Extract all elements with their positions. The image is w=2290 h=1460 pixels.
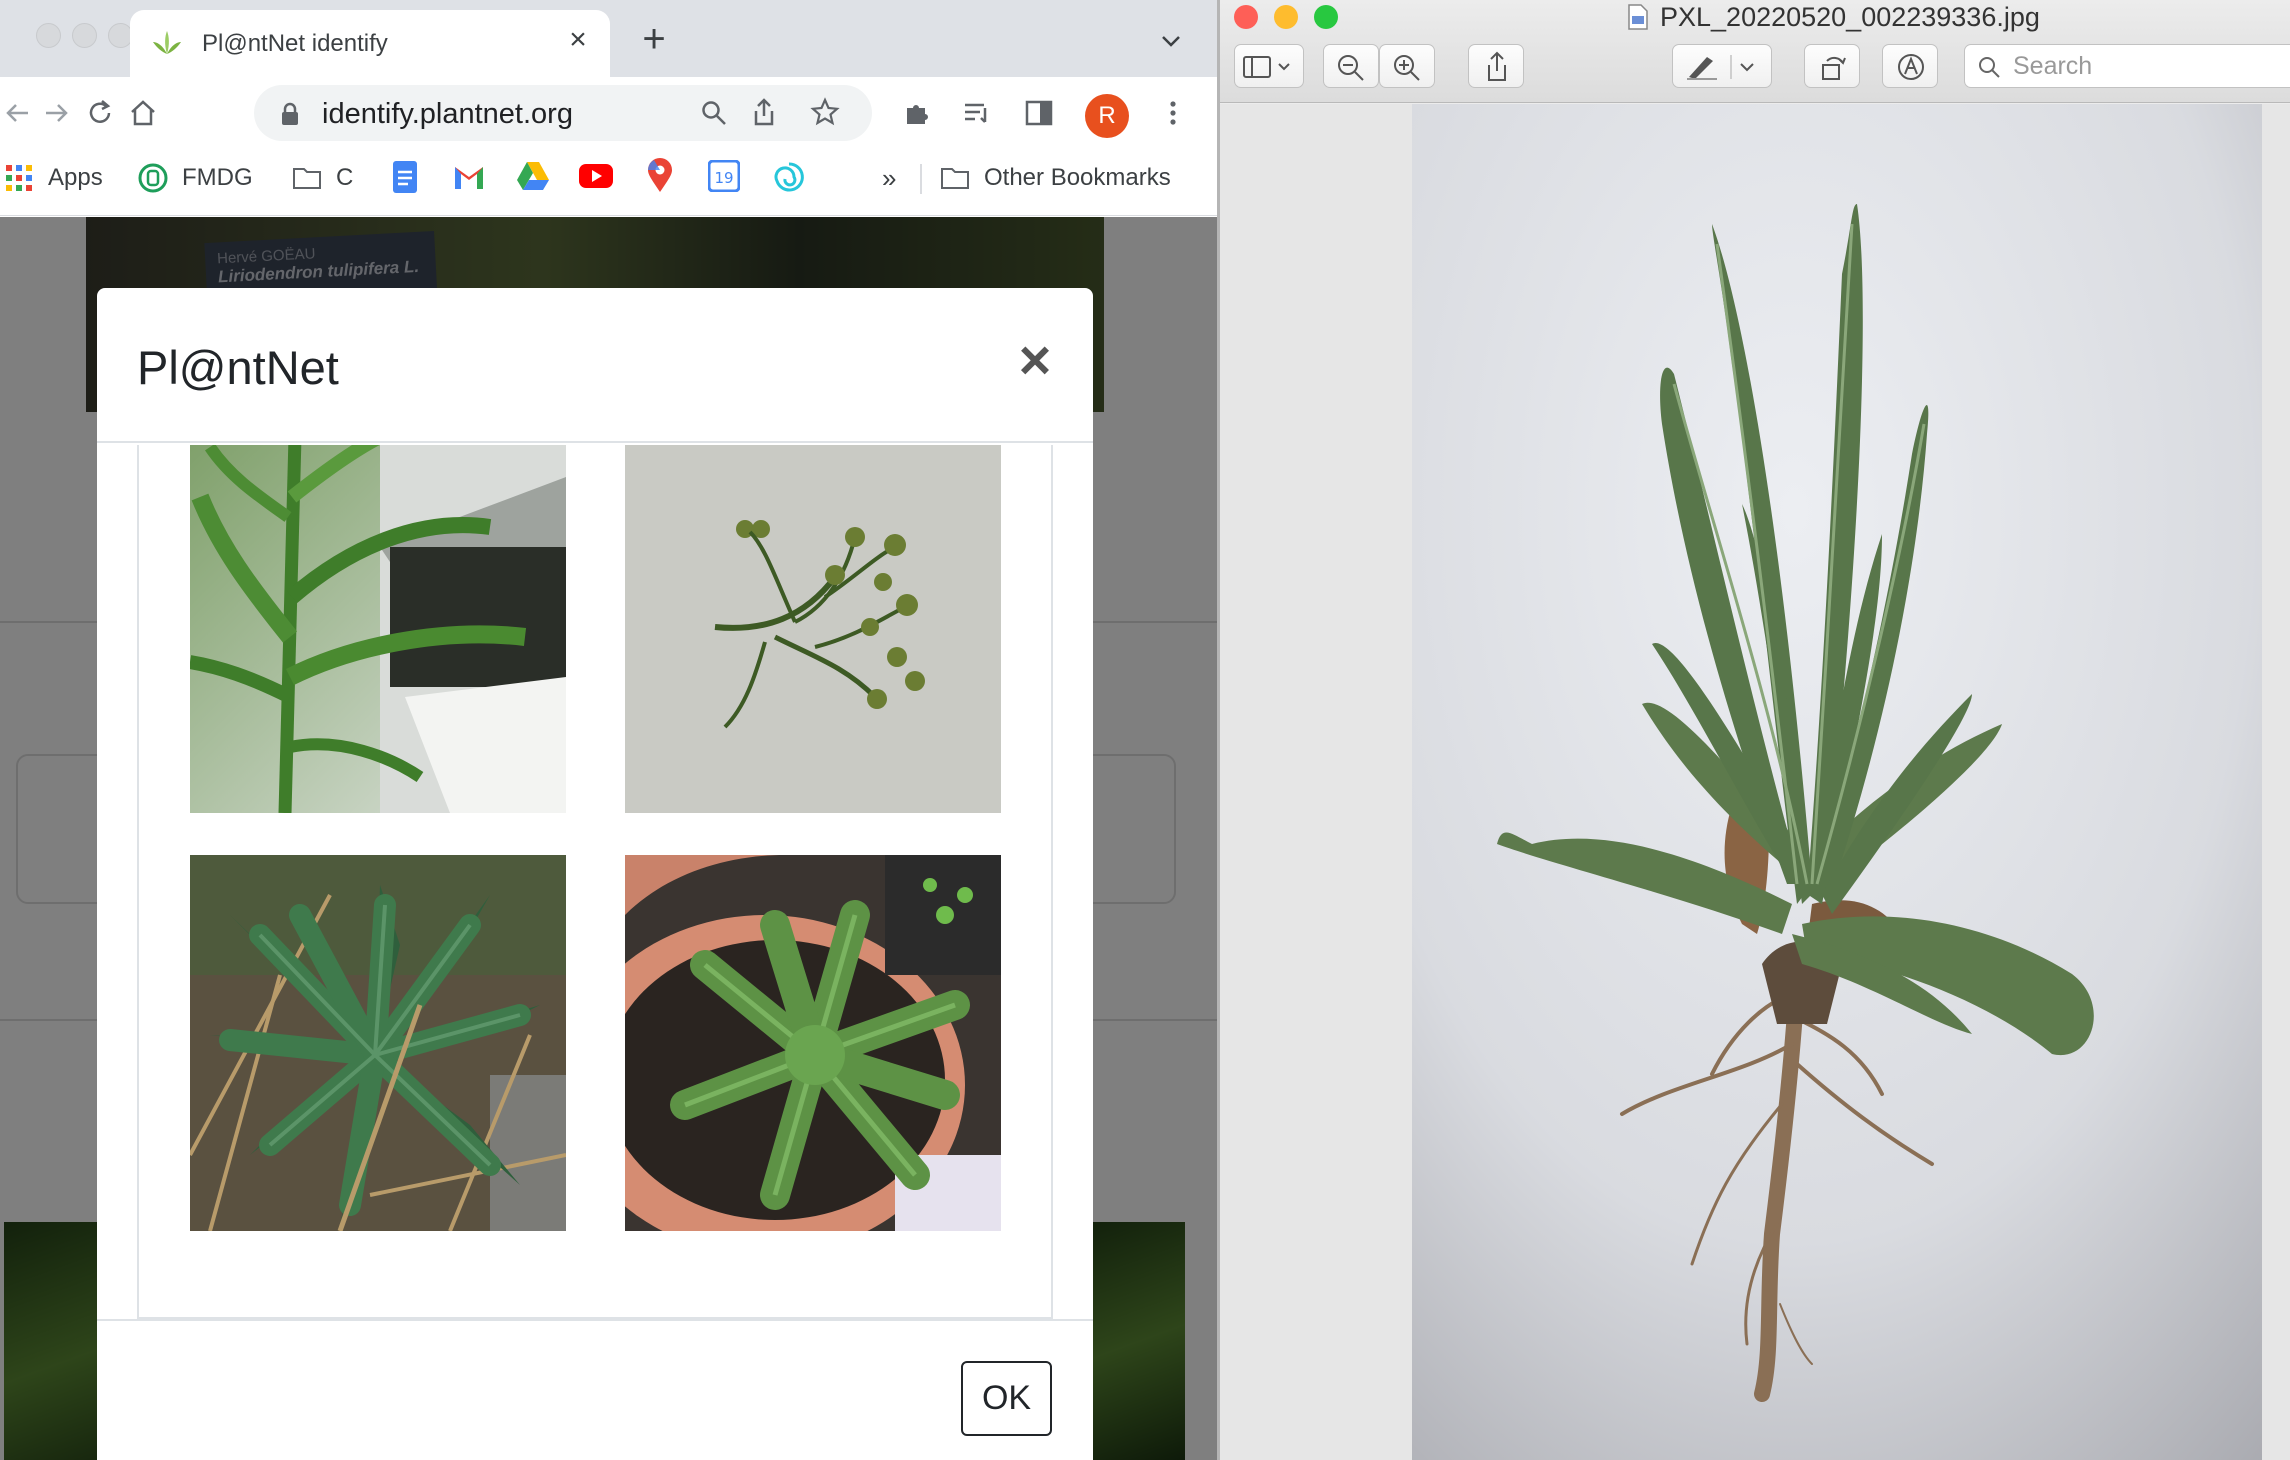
preview-search-field[interactable]: Search [1964,44,2290,88]
bookmark-label: FMDG [182,164,253,191]
tab-title: Pl@ntNet identify [202,30,388,57]
spiral-app-icon[interactable] [772,160,806,194]
url-text: identify.plantnet.org [322,98,573,130]
bookmarks-bar: Apps FMDG C 19 » Other Bookmarks [0,150,1217,216]
new-tab-button[interactable]: + [636,19,672,59]
preview-plant-photo[interactable] [1412,104,2262,1460]
share-icon [1488,51,1506,81]
modal-header: Pl@ntNet × [97,288,1093,443]
apps-grid-icon [6,165,32,191]
lock-icon[interactable] [280,102,300,126]
other-bookmarks-folder[interactable]: Other Bookmarks [940,160,1171,196]
bookmark-folder-c[interactable]: C [292,160,353,196]
other-bookmarks-label: Other Bookmarks [984,164,1171,191]
youtube-icon[interactable] [578,162,614,190]
gallery-image-flower-buds[interactable] [625,445,1001,813]
share-button[interactable] [1468,44,1524,88]
bookmarks-separator [920,164,922,194]
fmdg-logo-icon [138,163,168,193]
preview-canvas [1220,104,2290,1460]
markup-pen-icon [1687,55,1754,80]
tab-search-chevron-icon[interactable] [1158,28,1184,54]
profile-avatar[interactable]: R [1085,94,1129,138]
extensions-puzzle-icon[interactable] [900,96,934,130]
reload-icon[interactable] [83,96,117,130]
annotate-button[interactable] [1882,44,1938,88]
bookmark-fmdg[interactable]: FMDG [138,160,253,196]
rotate-button[interactable] [1804,44,1860,88]
window-close-button[interactable] [36,23,61,48]
tab-plantnet[interactable]: Pl@ntNet identify × [130,10,610,77]
folder-icon [293,168,321,189]
modal-footer: OK [97,1319,1093,1460]
preview-window: PXL_20220520_002239336.jpg Search [1220,0,2290,1460]
google-calendar-icon[interactable]: 19 [708,160,740,192]
jpeg-file-icon [1628,4,1648,30]
reading-list-icon[interactable] [960,96,994,130]
browser-toolbar: identify.plantnet.org R [0,77,1217,150]
zoom-in-icon [1394,55,1420,81]
gallery-image-rosette-pot[interactable] [625,855,1001,1231]
svg-text:19: 19 [714,169,733,187]
plantnet-modal: Pl@ntNet × OK [97,288,1093,1460]
address-bar[interactable]: identify.plantnet.org [254,85,872,141]
search-icon[interactable] [700,99,728,127]
tab-strip: Pl@ntNet identify × + [0,0,1217,77]
browser-window: Pl@ntNet identify × + identify.plantnet.… [0,0,1217,1460]
rotate-icon [1822,56,1846,80]
minimize-dot-button[interactable] [1274,5,1298,29]
close-dot-button[interactable] [1234,5,1258,29]
zoom-out-icon [1338,55,1364,81]
preview-filename: PXL_20220520_002239336.jpg [1660,1,2040,32]
bookmark-label: Apps [48,164,103,191]
bookmark-star-icon[interactable] [810,97,840,127]
sidebar-icon [1243,56,1290,78]
sidebar-toggle-button[interactable] [1234,44,1304,88]
side-panel-icon[interactable] [1022,96,1056,130]
gmail-icon[interactable] [452,162,486,192]
bookmark-apps[interactable]: Apps [4,160,103,196]
back-arrow-icon[interactable] [0,96,34,130]
markup-circle-a-icon [1898,54,1924,80]
preview-title: PXL_20220520_002239336.jpg [1628,0,2040,34]
window-minimize-button[interactable] [72,23,97,48]
markup-button[interactable] [1672,44,1772,88]
search-icon [1979,57,2000,78]
bookmark-label: C [336,164,354,191]
bookmarks-overflow-chevron[interactable]: » [882,160,896,196]
gallery-image-rosette-ground[interactable] [190,855,566,1231]
folder-icon [941,168,969,189]
forward-arrow-icon[interactable] [40,96,74,130]
google-drive-icon[interactable] [516,160,550,192]
tab-close-icon[interactable]: × [562,24,594,56]
modal-title: Pl@ntNet [137,341,339,394]
gallery-image-leafy-stem[interactable] [190,445,566,813]
modal-body[interactable] [137,445,1053,1319]
modal-close-icon[interactable]: × [1007,332,1063,388]
preview-titlebar: PXL_20220520_002239336.jpg Search [1220,0,2290,103]
plantnet-leaf-icon [153,31,181,54]
zoom-out-button[interactable] [1323,44,1379,88]
search-placeholder: Search [2013,52,2093,80]
ok-button[interactable]: OK [961,1361,1052,1436]
share-icon[interactable] [750,97,778,127]
zoom-in-button[interactable] [1379,44,1435,88]
zoom-dot-button[interactable] [1314,5,1338,29]
google-maps-icon[interactable] [646,158,674,194]
home-icon[interactable] [126,96,160,130]
google-docs-icon[interactable] [390,160,420,194]
kebab-menu-icon[interactable] [1156,96,1190,130]
